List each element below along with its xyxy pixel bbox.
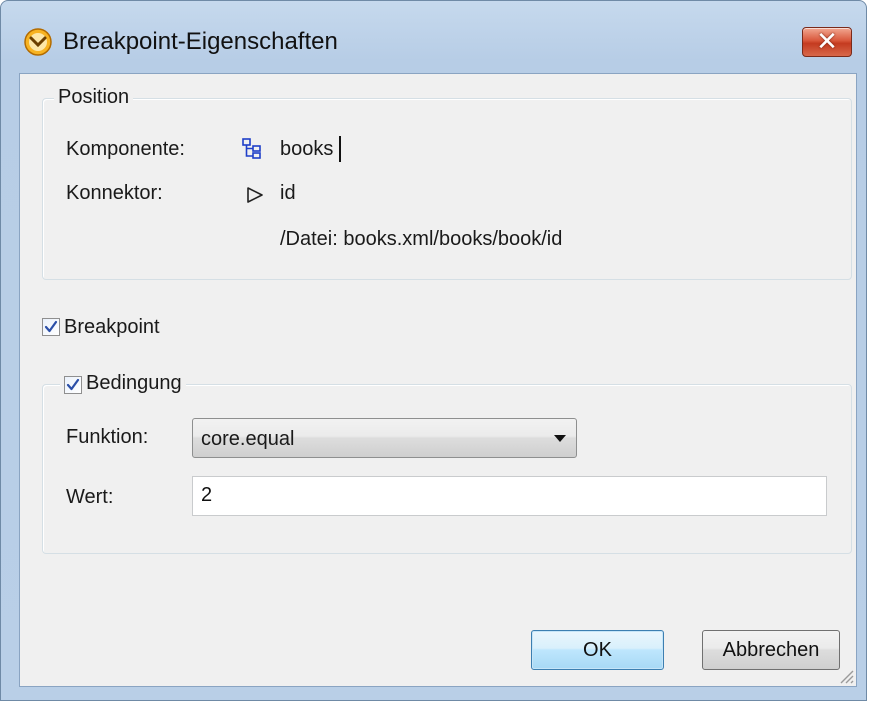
connector-triangle-icon bbox=[247, 187, 263, 203]
funktion-label: Funktion: bbox=[66, 426, 149, 448]
text-cursor bbox=[339, 136, 341, 162]
close-icon: ✕ bbox=[816, 26, 838, 56]
komponente-label: Komponente: bbox=[66, 138, 185, 160]
komponente-value: books bbox=[280, 138, 334, 160]
wert-field[interactable] bbox=[192, 476, 827, 516]
konnektor-label: Konnektor: bbox=[66, 182, 163, 204]
cancel-button[interactable]: Abbrechen bbox=[702, 630, 840, 670]
breakpoint-icon bbox=[24, 28, 52, 56]
funktion-selected-value: core.equal bbox=[201, 428, 295, 450]
condition-group bbox=[42, 384, 852, 554]
condition-label[interactable]: Bedingung bbox=[86, 372, 182, 394]
check-icon bbox=[44, 320, 58, 333]
position-group bbox=[42, 98, 852, 280]
dropdown-arrow-icon bbox=[554, 435, 566, 442]
dialog-client-area: Position Komponente: books Konnektor: id… bbox=[19, 73, 857, 687]
konnektor-value: id bbox=[280, 182, 296, 204]
position-group-legend: Position bbox=[54, 86, 134, 109]
resize-grip-icon[interactable] bbox=[836, 666, 854, 684]
close-button[interactable]: ✕ bbox=[802, 26, 852, 57]
breakpoint-dialog: Breakpoint-Eigenschaften ✕ Position Komp… bbox=[0, 0, 867, 701]
ok-button[interactable]: OK bbox=[531, 630, 664, 670]
title-bar[interactable]: Breakpoint-Eigenschaften ✕ bbox=[1, 1, 866, 83]
breakpoint-label[interactable]: Breakpoint bbox=[64, 316, 160, 339]
component-tree-icon bbox=[242, 138, 261, 159]
wert-label: Wert: bbox=[66, 486, 114, 508]
breakpoint-checkbox[interactable] bbox=[42, 318, 60, 336]
wert-input[interactable] bbox=[201, 484, 801, 507]
funktion-select[interactable]: core.equal bbox=[192, 418, 577, 458]
condition-checkbox[interactable] bbox=[64, 376, 82, 394]
dialog-title: Breakpoint-Eigenschaften bbox=[63, 28, 338, 55]
connector-path: /Datei: books.xml/books/book/id bbox=[280, 228, 563, 250]
check-icon bbox=[66, 378, 80, 391]
